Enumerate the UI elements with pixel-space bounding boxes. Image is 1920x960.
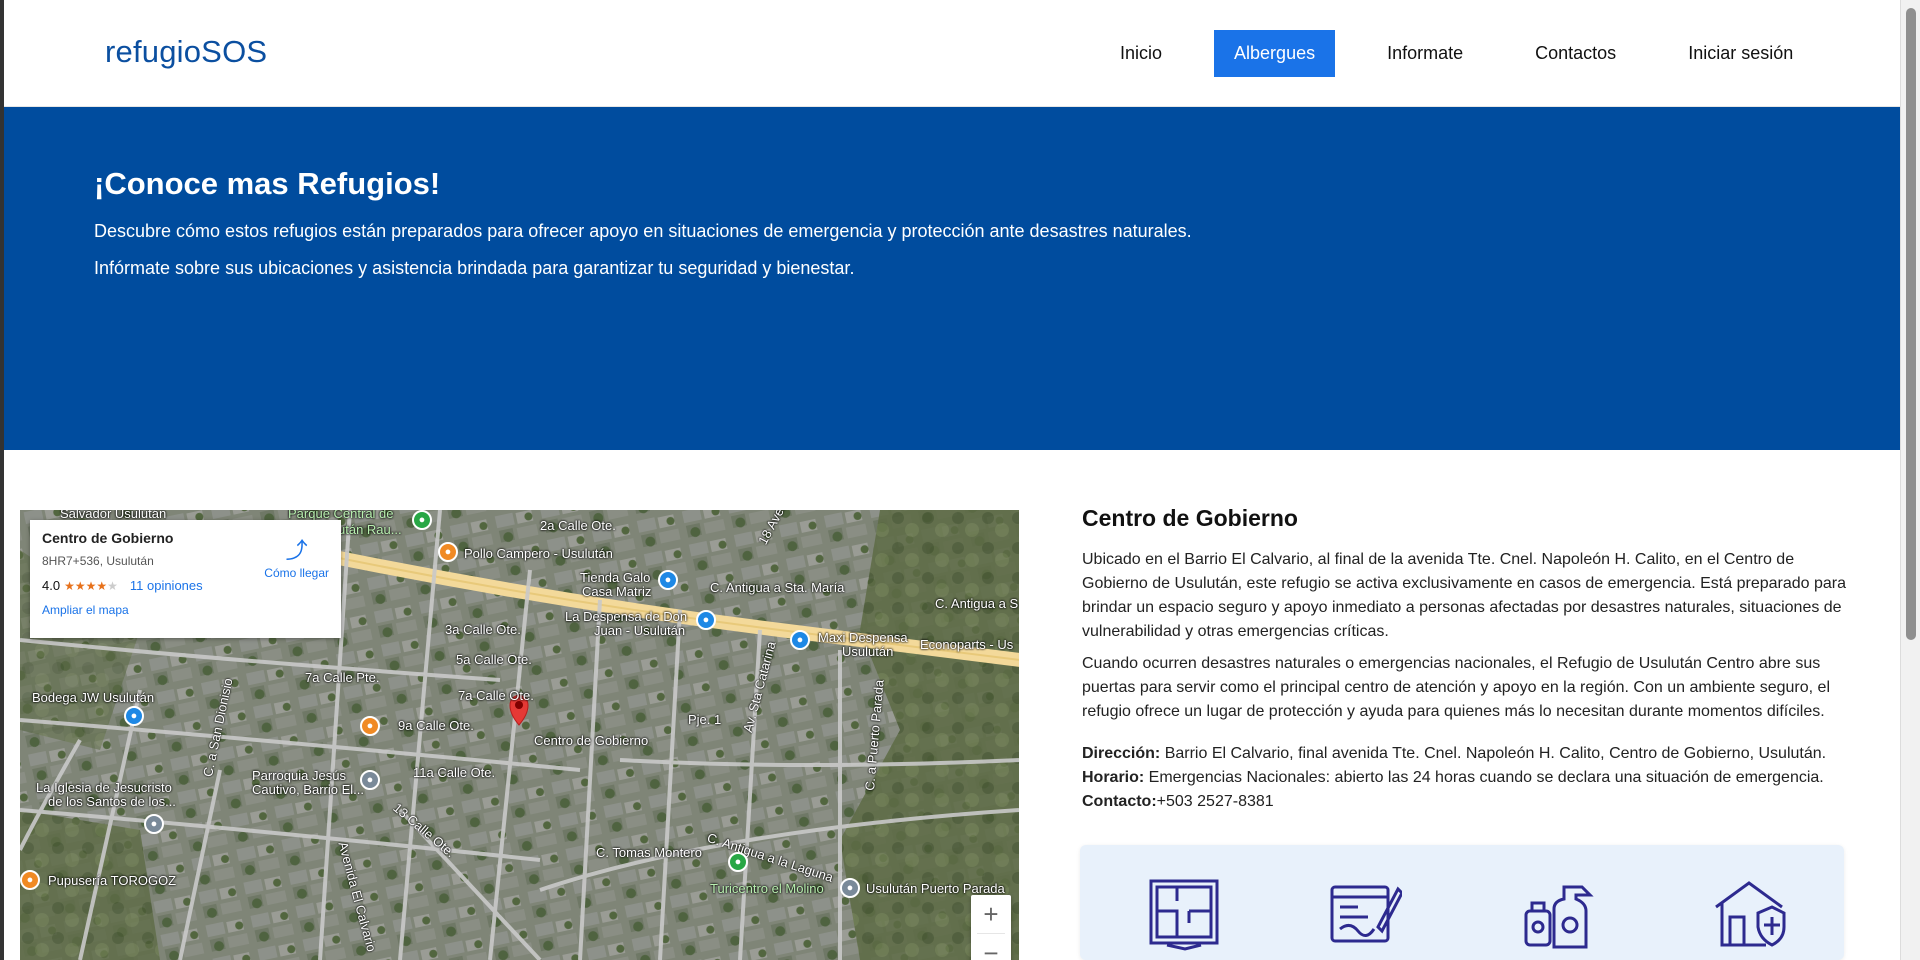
enlarge-map-link[interactable]: Ampliar el mapa xyxy=(42,603,329,617)
directions-button[interactable]: ⤴ Cómo llegar xyxy=(264,538,329,581)
brand-logo[interactable]: refugioSOS xyxy=(105,34,267,70)
directions-icon: ⤴ xyxy=(285,538,308,563)
shelter-details: Dirección: Barrio El Calvario, final ave… xyxy=(1082,742,1846,814)
rating-value: 4.0 xyxy=(42,578,61,593)
map-label: 3a Calle Ote. xyxy=(445,622,521,637)
shopping-poi-icon[interactable]: ● xyxy=(696,610,716,630)
shopping-poi-icon[interactable]: ● xyxy=(790,630,810,650)
hero-banner: ¡Conoce mas Refugios! Descubre cómo esto… xyxy=(4,107,1900,450)
map-label: Turicentro el Molino xyxy=(710,881,824,896)
map-label: La Iglesia de Jesucristo xyxy=(36,780,172,795)
park-poi-icon[interactable]: ● xyxy=(412,510,432,530)
floor-plan-icon xyxy=(1149,879,1219,951)
place-poi-icon[interactable]: ● xyxy=(840,878,860,898)
shelter-description-2: Cuando ocurren desastres naturales o eme… xyxy=(1082,655,1830,720)
map-label: 9a Calle Ote. xyxy=(398,718,474,733)
restaurant-poi-icon[interactable]: ● xyxy=(438,542,458,562)
map-label: Usulután Puerto Parada xyxy=(866,881,1005,896)
scrollbar-thumb[interactable] xyxy=(1906,8,1916,640)
nav-iniciar-sesion[interactable]: Iniciar sesión xyxy=(1668,30,1813,77)
shelter-info: Centro de Gobierno Ubicado en el Barrio … xyxy=(1082,505,1846,814)
map-label: Casa Matriz xyxy=(582,584,652,599)
hero-text-1: Descubre cómo estos refugios están prepa… xyxy=(94,221,1192,241)
map-label: Econoparts - Us xyxy=(920,637,1014,652)
restaurant-poi-icon[interactable]: ● xyxy=(20,870,40,890)
map-label: Cautivo, Barrio El... xyxy=(252,782,364,797)
address-row: Dirección: Barrio El Calvario, final ave… xyxy=(1082,742,1846,766)
nav-albergues[interactable]: Albergues xyxy=(1214,30,1336,77)
map-label: Maxi Despensa xyxy=(818,630,908,645)
park-poi-icon[interactable]: ● xyxy=(728,852,748,872)
hours-label: Horario: xyxy=(1082,769,1145,786)
hours-row: Horario: Emergencias Nacionales: abierto… xyxy=(1082,766,1846,790)
map-label: Pollo Campero - Usulután xyxy=(464,546,613,561)
form-sign-icon xyxy=(1330,885,1402,943)
map-label: Tienda Galo xyxy=(580,570,651,585)
map-label: C. Antigua a S xyxy=(935,596,1019,611)
site-header: refugioSOS Inicio Albergues Informate Co… xyxy=(4,0,1900,107)
map-label: Parroquia Jesús xyxy=(252,768,346,783)
shopping-poi-icon[interactable]: ● xyxy=(124,706,144,726)
map-label: Centro de Gobierno xyxy=(534,733,649,748)
map-label: Usulután xyxy=(842,644,894,659)
map-label: 7a Calle Ote. xyxy=(458,688,534,703)
church-poi-icon[interactable]: ● xyxy=(144,814,164,834)
features-panel xyxy=(1080,845,1844,960)
contact-value: +503 2527-8381 xyxy=(1156,793,1274,810)
map-label: 2a Calle Ote. xyxy=(540,518,616,533)
main-nav: Inicio Albergues Informate Contactos Ini… xyxy=(1100,30,1813,77)
cleaning-supplies-icon xyxy=(1524,885,1594,949)
nav-contactos[interactable]: Contactos xyxy=(1515,30,1636,77)
hero-text-2: Infórmate sobre sus ubicaciones y asiste… xyxy=(94,258,855,278)
map-label: C. Antigua a Sta. María xyxy=(710,580,845,595)
nav-inicio[interactable]: Inicio xyxy=(1100,30,1182,77)
shelter-description-1: Ubicado en el Barrio El Calvario, al fin… xyxy=(1082,551,1846,640)
directions-label: Cómo llegar xyxy=(264,566,329,580)
contact-row: Contacto:+503 2527-8381 xyxy=(1082,790,1846,814)
map-label: Pje. 1 xyxy=(688,712,722,727)
zoom-out-button[interactable]: − xyxy=(971,934,1011,960)
address-label: Dirección: xyxy=(1082,745,1161,762)
map-label: de los Santos de los... xyxy=(48,794,176,809)
zoom-in-button[interactable]: + xyxy=(971,895,1011,933)
reviews-link[interactable]: 11 opiniones xyxy=(130,578,203,593)
address-value: Barrio El Calvario, final avenida Tte. C… xyxy=(1160,745,1827,762)
map-place-card: Centro de Gobierno 8HR7+536, Usulután 4.… xyxy=(30,520,341,638)
map-label: 11a Calle Ote. xyxy=(413,765,496,780)
map-label: Juan - Usulután xyxy=(594,623,686,638)
map-label: C. Tomas Montero xyxy=(596,845,702,860)
church-poi-icon[interactable]: ● xyxy=(360,770,380,790)
map-label: 5a Calle Ote. xyxy=(456,652,532,667)
contact-label: Contacto: xyxy=(1082,793,1157,810)
embedded-map[interactable]: Salvador Usulután Parque Central de Usul… xyxy=(20,510,1019,960)
page-scrollbar[interactable] xyxy=(1900,0,1920,960)
place-rating: 4.0 ★★★★★ 11 opiniones xyxy=(42,578,329,593)
safe-house-icon xyxy=(1715,881,1786,947)
shopping-poi-icon[interactable]: ● xyxy=(658,570,678,590)
map-label: Pupusería TOROGOZ xyxy=(48,873,177,888)
nav-informate[interactable]: Informate xyxy=(1367,30,1483,77)
hero-title: ¡Conoce mas Refugios! xyxy=(94,166,441,201)
rating-stars-icon: ★★★★★ xyxy=(64,578,118,593)
map-label: 7a Calle Pte. xyxy=(305,670,380,685)
map-label: Bodega JW Usulután xyxy=(32,690,155,705)
map-label: La Despensa de Don xyxy=(565,609,688,624)
shelter-title: Centro de Gobierno xyxy=(1082,505,1298,531)
map-zoom-controls: + − xyxy=(971,895,1011,960)
restaurant-poi-icon[interactable]: ● xyxy=(360,716,380,736)
hours-value: Emergencias Nacionales: abierto las 24 h… xyxy=(1144,769,1824,786)
